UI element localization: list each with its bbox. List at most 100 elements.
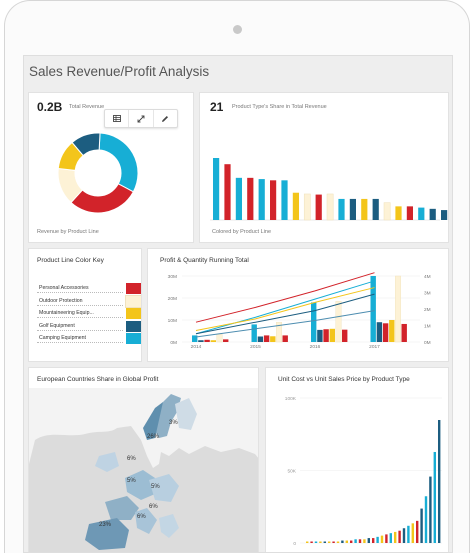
share-bar[interactable] xyxy=(429,208,436,220)
color-key-title: Product Line Color Key xyxy=(37,257,104,264)
unit-cost-bar[interactable] xyxy=(350,540,353,543)
share-bar[interactable] xyxy=(303,193,311,221)
unit-cost-bar[interactable] xyxy=(306,541,309,544)
share-bar[interactable] xyxy=(281,180,288,220)
tablet-frame: Sales Revenue/Profit Analysis 0.2B Total… xyxy=(0,0,474,553)
unit-cost-bar[interactable] xyxy=(389,533,392,543)
share-bar[interactable] xyxy=(213,158,220,220)
running-bar[interactable] xyxy=(342,329,348,342)
unit-cost-bar[interactable] xyxy=(402,528,406,543)
dashboard-screen: Sales Revenue/Profit Analysis 0.2B Total… xyxy=(23,55,453,553)
running-line[interactable] xyxy=(195,293,375,335)
running-line[interactable] xyxy=(195,287,375,331)
share-bar[interactable] xyxy=(292,192,299,220)
color-key-item: Mountaineering Equip... xyxy=(37,308,141,319)
unit-cost-bar[interactable] xyxy=(411,523,414,543)
color-key-item: Outdoor Protection xyxy=(37,294,141,308)
unit-cost-bar[interactable] xyxy=(319,541,322,544)
running-bar[interactable] xyxy=(395,275,401,343)
unit-cost-bar[interactable] xyxy=(394,531,397,543)
running-bar[interactable] xyxy=(204,339,210,342)
share-bar[interactable] xyxy=(235,177,242,220)
running-bar[interactable] xyxy=(282,335,288,342)
unit-cost-bar[interactable] xyxy=(385,534,388,543)
running-bar[interactable] xyxy=(216,334,223,343)
unit-cost-bar[interactable] xyxy=(341,540,344,543)
running-bar[interactable] xyxy=(401,323,407,342)
map-share-label: 3% xyxy=(169,420,178,426)
unit-cost-bar[interactable] xyxy=(407,525,410,543)
running-total-panel[interactable]: Profit & Quantity Running Total 0M 10M 20M… xyxy=(147,248,449,362)
share-bar[interactable] xyxy=(315,194,322,220)
unit-cost-bar[interactable] xyxy=(376,536,379,543)
share-bar[interactable] xyxy=(247,177,254,220)
unit-cost-bar[interactable] xyxy=(363,539,366,543)
map-panel[interactable]: European Countries Share in Global Profi… xyxy=(28,367,259,552)
europe-map: 26% 3% 6% 5% 5% 6% 23% 6% xyxy=(29,388,258,552)
running-bar[interactable] xyxy=(257,336,264,343)
share-bar[interactable] xyxy=(441,210,448,220)
unit-cost-bar[interactable] xyxy=(358,539,362,543)
running-bar[interactable] xyxy=(382,323,389,342)
running-line[interactable] xyxy=(195,310,375,338)
running-bar[interactable] xyxy=(389,320,395,342)
unit-cost-bar[interactable] xyxy=(372,538,375,543)
running-line[interactable] xyxy=(195,280,375,335)
unit-cost-bar[interactable] xyxy=(420,508,423,543)
share-bar[interactable] xyxy=(383,202,391,221)
unit-cost-bar[interactable] xyxy=(367,538,370,543)
color-key-label: Personal Accessories xyxy=(39,285,89,291)
running-bar[interactable] xyxy=(198,340,204,342)
unit-cost-bar[interactable] xyxy=(345,540,348,543)
revenue-panel[interactable]: 0.2B Total Revenue Revenue by Product Li… xyxy=(28,92,194,243)
running-bar[interactable] xyxy=(317,329,323,342)
donut-slice[interactable] xyxy=(98,132,139,193)
unit-cost-bar[interactable] xyxy=(332,541,335,544)
unit-cost-bar[interactable] xyxy=(354,539,357,543)
share-bar[interactable] xyxy=(406,206,413,220)
share-bar[interactable] xyxy=(418,207,425,220)
running-bar[interactable] xyxy=(335,301,342,343)
running-bar[interactable] xyxy=(223,339,229,342)
share-bar[interactable] xyxy=(224,164,231,220)
unit-cost-bar[interactable] xyxy=(429,476,432,543)
share-bar[interactable] xyxy=(361,198,368,220)
running-bar[interactable] xyxy=(329,328,335,342)
y-tick: 50K xyxy=(287,469,296,475)
share-bar[interactable] xyxy=(270,180,277,220)
share-bar[interactable] xyxy=(326,193,334,221)
y-tick-left: 0M xyxy=(170,340,177,346)
share-bar[interactable] xyxy=(258,179,265,220)
unit-cost-bar[interactable] xyxy=(438,420,441,543)
running-bar[interactable] xyxy=(376,322,383,342)
running-bar[interactable] xyxy=(323,329,329,342)
color-key-label: Golf Equipment xyxy=(39,322,75,329)
share-bar[interactable] xyxy=(372,198,379,220)
running-bar[interactable] xyxy=(251,324,257,342)
y-tick: 0 xyxy=(293,541,296,547)
running-bar[interactable] xyxy=(210,340,216,342)
unit-cost-panel[interactable]: Unit Cost vs Unit Sales Price by Product… xyxy=(265,367,449,552)
share-panel[interactable]: 21 Product Type's Share in Total Revenue… xyxy=(199,92,449,243)
map-share-label: 23% xyxy=(99,522,112,528)
running-bar[interactable] xyxy=(192,335,198,342)
unit-cost-bar[interactable] xyxy=(323,541,326,544)
running-bar[interactable] xyxy=(311,302,317,342)
running-bar[interactable] xyxy=(270,336,276,342)
unit-cost-bar[interactable] xyxy=(416,520,419,543)
unit-cost-bar[interactable] xyxy=(310,541,313,544)
unit-cost-bar[interactable] xyxy=(433,451,436,543)
share-bar[interactable] xyxy=(395,206,402,220)
running-bar[interactable] xyxy=(370,276,376,342)
y-tick-right: 2M xyxy=(424,307,431,313)
unit-cost-bar[interactable] xyxy=(398,530,401,543)
unit-cost-bar[interactable] xyxy=(328,541,331,544)
unit-cost-bar[interactable] xyxy=(380,535,384,543)
share-bar[interactable] xyxy=(349,198,356,220)
share-bar[interactable] xyxy=(338,198,345,220)
unit-cost-bar[interactable] xyxy=(424,496,428,543)
unit-cost-bar[interactable] xyxy=(314,541,318,544)
running-bar[interactable] xyxy=(263,335,270,342)
y-tick-left: 20M xyxy=(168,296,177,302)
unit-cost-bar[interactable] xyxy=(336,541,340,544)
